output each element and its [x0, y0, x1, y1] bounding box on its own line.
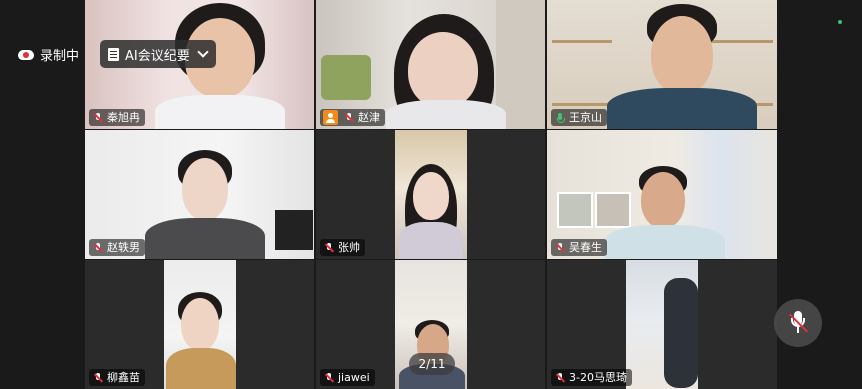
ai-minutes-label: AI会议纪要 [125, 48, 190, 64]
participant-name: 吴春生 [569, 241, 602, 254]
mic-muted-icon [323, 372, 335, 384]
participant-nameplate: 柳鑫苗 [89, 369, 145, 386]
mute-toggle-button[interactable] [774, 299, 822, 347]
participant-tile[interactable]: 吴春生 [547, 130, 777, 259]
chevron-down-icon [197, 46, 209, 58]
participant-nameplate: 秦旭冉 [89, 109, 145, 126]
participant-tile[interactable]: 赵轶男 [85, 130, 314, 259]
participant-nameplate: 张帅 [320, 239, 365, 256]
record-icon [18, 49, 34, 60]
mic-muted-icon [554, 242, 566, 254]
video-feed [626, 260, 698, 389]
page-indicator-label: 2/11 [418, 357, 446, 371]
video-feed [395, 130, 467, 259]
participant-name: 秦旭冉 [107, 111, 140, 124]
mic-muted-icon [323, 242, 335, 254]
participant-tile[interactable]: 赵津 [316, 0, 545, 129]
participant-nameplate: 赵津 [320, 109, 385, 126]
recording-indicator: 录制中 [18, 45, 79, 64]
participant-nameplate: jiawei [320, 369, 375, 386]
participant-name: jiawei [338, 371, 370, 384]
recording-label: 录制中 [40, 49, 80, 64]
participant-name: 赵津 [358, 111, 380, 124]
participant-name: 王京山 [569, 111, 602, 124]
video-feed [164, 260, 236, 389]
mic-muted-icon [554, 372, 566, 384]
mic-muted-icon [92, 372, 104, 384]
participant-tile-active-speaker[interactable]: 王京山 [547, 0, 777, 129]
mic-muted-icon [92, 112, 104, 124]
participant-name: 柳鑫苗 [107, 371, 140, 384]
participant-nameplate: 王京山 [551, 109, 607, 126]
mic-muted-icon [343, 112, 355, 124]
participant-name: 3-20马思琦 [569, 371, 627, 384]
participant-tile[interactable]: 张帅 [316, 130, 545, 259]
document-icon [108, 47, 119, 61]
mic-speaking-icon [554, 112, 566, 124]
participant-tile[interactable]: 3-20马思琦 [547, 260, 777, 389]
status-dot [838, 20, 842, 24]
participant-nameplate: 3-20马思琦 [551, 369, 632, 386]
participant-tile[interactable]: 柳鑫苗 [85, 260, 314, 389]
participant-nameplate: 吴春生 [551, 239, 607, 256]
participant-name: 赵轶男 [107, 241, 140, 254]
participant-name: 张帅 [338, 241, 360, 254]
mic-muted-icon [92, 242, 104, 254]
page-indicator[interactable]: 2/11 [409, 353, 455, 375]
participant-nameplate: 赵轶男 [89, 239, 145, 256]
host-icon [323, 110, 338, 125]
ai-minutes-button[interactable]: AI会议纪要 [100, 40, 216, 68]
